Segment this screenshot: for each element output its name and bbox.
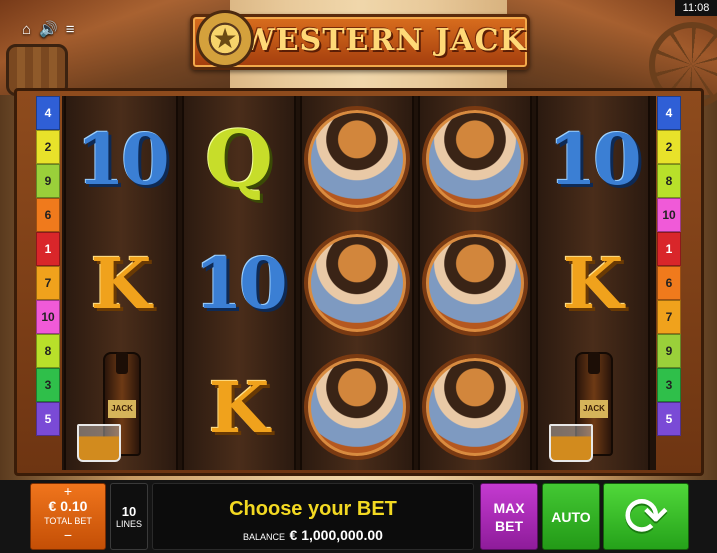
payline-right-8: 8 (657, 164, 681, 198)
max-bet-label-line2: BET (495, 517, 523, 534)
symbol-k: K (562, 241, 624, 325)
reel-4 (418, 96, 532, 470)
lines-value: 10 (121, 504, 137, 519)
menu-icon[interactable]: ≡ (66, 22, 75, 38)
auto-label: AUTO (551, 508, 591, 525)
cowgirl-symbol-icon (422, 354, 528, 460)
reel-5: 10 K (536, 96, 650, 470)
payline-right-7: 7 (657, 300, 681, 334)
max-bet-label-line1: MAX (493, 499, 525, 516)
payline-left-10: 10 (36, 300, 60, 334)
sheriff-badge-icon: ★ (196, 10, 254, 68)
total-bet-control[interactable]: + € 0.10 TOTAL BET − (30, 483, 106, 550)
payline-right-9: 9 (657, 334, 681, 368)
reel-cell (420, 221, 530, 345)
glass-icon (549, 424, 593, 462)
reel-cell: K (184, 345, 294, 469)
reel-cell: Q (184, 97, 294, 221)
whiskey-symbol-icon (73, 352, 169, 462)
payline-right-2: 2 (657, 130, 681, 164)
payline-left-5: 5 (36, 402, 60, 436)
reel-cell (302, 345, 412, 469)
payline-right-6: 6 (657, 266, 681, 300)
cowgirl-symbol-icon (304, 106, 410, 212)
payline-right-10: 10 (657, 198, 681, 232)
payline-left-4: 4 (36, 96, 60, 130)
balance-value: € 1,000,000.00 (289, 527, 383, 543)
reel-cell (420, 345, 530, 469)
bet-minus-button[interactable]: − (31, 528, 105, 542)
control-bar: + € 0.10 TOTAL BET − 10 LINES Choose you… (0, 480, 717, 553)
top-icons: ⌂ 🔊 ≡ (22, 22, 75, 38)
whiskey-symbol-icon (545, 352, 641, 462)
payline-right-4: 4 (657, 96, 681, 130)
payline-left-9: 9 (36, 164, 60, 198)
reel-3 (300, 96, 414, 470)
glass-icon (77, 424, 121, 462)
symbol-10: 10 (76, 117, 169, 201)
symbol-k: K (90, 241, 152, 325)
auto-spin-button[interactable]: AUTO (542, 483, 600, 550)
reel-cell (538, 345, 648, 469)
lines-display: 10 LINES (110, 483, 148, 550)
total-bet-value: € 0.10 (48, 498, 88, 514)
lines-label: LINES (115, 519, 142, 529)
reel-cell: K (66, 221, 176, 345)
game-title: WESTERN JACK (241, 23, 527, 58)
cowgirl-symbol-icon (422, 230, 528, 336)
symbol-q: Q (205, 113, 273, 205)
balance-label: BALANCE (243, 532, 286, 542)
max-bet-button[interactable]: MAX BET (480, 483, 538, 550)
payline-right-3: 3 (657, 368, 681, 402)
message-panel: Choose your BET BALANCE € 1,000,000.00 (152, 483, 474, 550)
bet-plus-button[interactable]: + (31, 484, 105, 498)
symbol-k: K (208, 365, 270, 449)
payline-left-8: 8 (36, 334, 60, 368)
sound-icon[interactable]: 🔊 (39, 22, 58, 38)
status-clock: 11:08 (675, 0, 717, 16)
spin-button[interactable]: ⟳ (603, 483, 689, 550)
reel-cell (420, 97, 530, 221)
payline-indicators-left: 4 2 9 6 1 7 10 8 3 5 (36, 96, 60, 470)
payline-left-2: 2 (36, 130, 60, 164)
reel-cell: 10 (184, 221, 294, 345)
reel-area: 10KQ10K10K (62, 96, 656, 470)
payline-left-7: 7 (36, 266, 60, 300)
payline-left-6: 6 (36, 198, 60, 232)
payline-left-3: 3 (36, 368, 60, 402)
symbol-10: 10 (194, 241, 287, 325)
reel-1: 10 K (64, 96, 178, 470)
cowgirl-symbol-icon (422, 106, 528, 212)
reel-cell (302, 97, 412, 221)
reel-cell: 10 (538, 97, 648, 221)
reel-cell: 10 (66, 97, 176, 221)
reel-cell (302, 221, 412, 345)
cowgirl-symbol-icon (304, 230, 410, 336)
total-bet-label: TOTAL BET (44, 516, 92, 526)
payline-left-1: 1 (36, 232, 60, 266)
symbol-10: 10 (548, 117, 641, 201)
reel-cell: K (538, 221, 648, 345)
balance-display: BALANCE € 1,000,000.00 (153, 527, 473, 545)
home-icon[interactable]: ⌂ (22, 22, 31, 38)
payline-right-1: 1 (657, 232, 681, 266)
spin-arrows-icon: ⟳ (623, 486, 669, 547)
reel-2: Q 10 K (182, 96, 296, 470)
cowgirl-symbol-icon (304, 354, 410, 460)
reel-cell (66, 345, 176, 469)
payline-right-5: 5 (657, 402, 681, 436)
status-message: Choose your BET (229, 498, 397, 520)
payline-indicators-right: 4 2 8 10 1 6 7 9 3 5 (657, 96, 681, 470)
